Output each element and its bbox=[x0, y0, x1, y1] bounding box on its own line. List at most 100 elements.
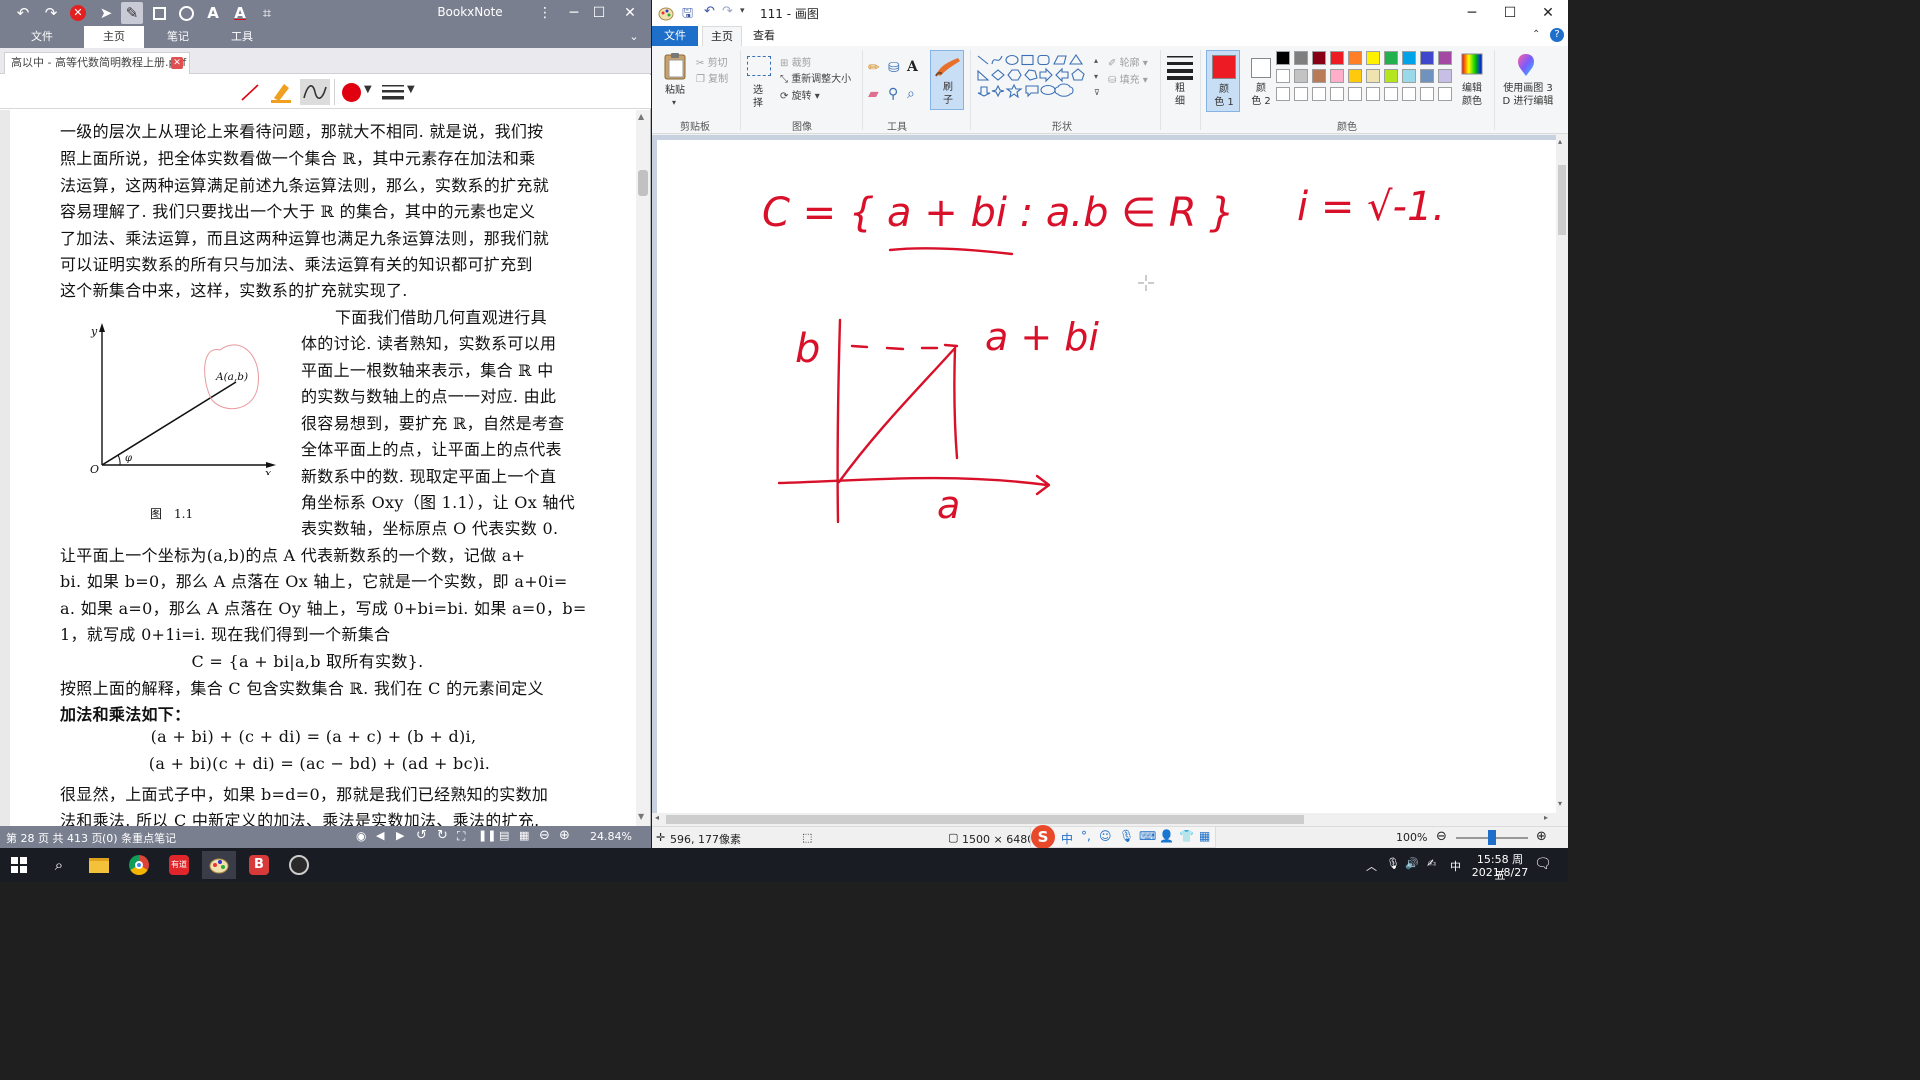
toolbox-icon[interactable]: ▦ bbox=[1199, 829, 1210, 843]
palette-swatch[interactable] bbox=[1294, 87, 1308, 101]
ellipse-icon[interactable] bbox=[175, 2, 197, 24]
voice-input-icon[interactable]: 🎙 bbox=[1119, 829, 1134, 843]
palette-swatch[interactable] bbox=[1402, 87, 1416, 101]
palette-swatch[interactable] bbox=[1384, 69, 1398, 83]
palette-swatch[interactable] bbox=[1276, 51, 1290, 65]
palette-swatch[interactable] bbox=[1348, 51, 1362, 65]
close-button[interactable]: ✕ bbox=[615, 0, 645, 26]
palette-swatch[interactable] bbox=[1276, 87, 1290, 101]
palette-swatch[interactable] bbox=[1312, 87, 1326, 101]
tab-home[interactable]: 主页 bbox=[702, 26, 742, 46]
help-icon[interactable]: ? bbox=[1550, 28, 1564, 42]
zoom-out-icon[interactable]: ⊖ bbox=[539, 828, 550, 843]
copy-button[interactable]: ❐ 复制 bbox=[696, 70, 728, 85]
outline-button[interactable]: ✐ 轮廓 ▾ bbox=[1108, 54, 1148, 69]
freehand-tool-icon[interactable] bbox=[300, 79, 330, 105]
color2-button[interactable]: 颜 色 2 bbox=[1244, 50, 1278, 112]
palette-swatch[interactable] bbox=[1294, 51, 1308, 65]
sogou-logo-icon[interactable]: S bbox=[1031, 825, 1055, 849]
size-icon[interactable] bbox=[1166, 54, 1194, 80]
record-icon[interactable]: ◉ bbox=[356, 829, 366, 843]
prev-page-icon[interactable]: ◀ bbox=[376, 829, 384, 842]
pen-color-swatch[interactable] bbox=[342, 83, 361, 102]
maximize-button[interactable]: ☐ bbox=[584, 0, 614, 26]
palette-swatch[interactable] bbox=[1330, 87, 1344, 101]
rectangle-icon[interactable] bbox=[148, 2, 170, 24]
edit-colors-icon[interactable] bbox=[1460, 52, 1484, 76]
scroll-down-icon[interactable]: ▼ bbox=[638, 812, 644, 821]
palette-swatch[interactable] bbox=[1276, 69, 1290, 83]
menu-tools[interactable]: 工具 bbox=[212, 26, 272, 48]
zoom-in-icon[interactable]: ⊕ bbox=[1536, 829, 1547, 844]
resize-button[interactable]: ⤡ 重新调整大小 bbox=[780, 70, 851, 85]
emoji-icon[interactable]: ☺ bbox=[1099, 829, 1112, 843]
notification-center-icon[interactable]: 🗨 bbox=[1534, 856, 1552, 872]
text-color-icon[interactable]: A bbox=[229, 2, 251, 24]
scrollbar-thumb[interactable] bbox=[638, 170, 648, 196]
clock-date[interactable]: 2021/8/27 bbox=[1470, 866, 1530, 879]
close-button[interactable]: ✕ bbox=[1528, 0, 1568, 26]
select-label[interactable]: 选 择 bbox=[746, 84, 770, 110]
paint3d-label[interactable]: 使用画图 3 D 进行编辑 bbox=[1498, 82, 1558, 108]
crop-button[interactable]: ⊞ 裁剪 bbox=[780, 54, 812, 69]
tab-view[interactable]: 查看 bbox=[744, 26, 784, 46]
color1-button[interactable]: 颜 色 1 bbox=[1206, 50, 1240, 112]
text-tool-icon[interactable]: A bbox=[202, 2, 224, 24]
chrome-icon[interactable] bbox=[122, 851, 156, 879]
palette-swatch[interactable] bbox=[1420, 87, 1434, 101]
fill-bucket-icon[interactable]: ⛁ bbox=[888, 60, 900, 76]
pen-tool-icon[interactable]: ✎ bbox=[121, 2, 143, 24]
palette-swatch[interactable] bbox=[1438, 69, 1452, 83]
palette-swatch[interactable] bbox=[1330, 69, 1344, 83]
shapes-scroll-up-icon[interactable]: ▴ bbox=[1094, 56, 1098, 65]
punctuation-icon[interactable]: °, bbox=[1081, 829, 1091, 843]
menu-notes[interactable]: 笔记 bbox=[148, 26, 208, 48]
highlighter-icon[interactable] bbox=[268, 80, 294, 104]
rotate-button[interactable]: ⟳ 旋转 ▾ bbox=[780, 87, 820, 102]
fill-button[interactable]: ⛁ 填充 ▾ bbox=[1108, 71, 1148, 86]
palette-swatch[interactable] bbox=[1402, 51, 1416, 65]
palette-swatch[interactable] bbox=[1420, 69, 1434, 83]
zoom-in-icon[interactable]: ⊕ bbox=[559, 828, 570, 843]
palette-swatch[interactable] bbox=[1312, 69, 1326, 83]
undo-icon[interactable]: ↶ bbox=[12, 2, 34, 24]
start-button[interactable] bbox=[2, 851, 36, 879]
file-explorer-icon[interactable] bbox=[82, 851, 116, 879]
insert-note-icon[interactable]: ⌗ bbox=[256, 2, 278, 24]
youdao-dict-icon[interactable]: 有道 bbox=[162, 851, 196, 879]
bookxnote-taskbar-icon[interactable]: B bbox=[242, 851, 276, 879]
redo-icon[interactable]: ↷ bbox=[722, 4, 733, 19]
continuous-page-icon[interactable]: ▦ bbox=[519, 829, 529, 842]
shapes-gallery[interactable] bbox=[976, 54, 1092, 102]
chevron-down-icon[interactable]: ▼ bbox=[407, 84, 415, 95]
cut-button[interactable]: ✂ 剪切 bbox=[696, 54, 728, 69]
palette-swatch[interactable] bbox=[1366, 69, 1380, 83]
pause-icon[interactable]: ❚❚ bbox=[478, 829, 496, 842]
redo-icon[interactable]: ↷ bbox=[40, 2, 62, 24]
next-page-icon[interactable]: ▶ bbox=[396, 829, 404, 842]
scroll-left-icon[interactable]: ◂ bbox=[655, 813, 659, 822]
text-tool-icon[interactable]: A bbox=[907, 59, 918, 75]
drawing-canvas[interactable]: C = { a + bi : a.b ∈ R } i = √-1. b a + … bbox=[657, 140, 1556, 813]
rotate-left-icon[interactable]: ↺ bbox=[416, 828, 427, 843]
palette-swatch[interactable] bbox=[1348, 87, 1362, 101]
ime-chinese-mode[interactable]: 中 bbox=[1061, 830, 1073, 847]
palette-swatch[interactable] bbox=[1384, 87, 1398, 101]
magnifier-icon[interactable]: ⌕ bbox=[907, 86, 915, 102]
obs-icon[interactable] bbox=[282, 851, 316, 879]
brush-button[interactable]: 刷 子 bbox=[930, 50, 964, 110]
pen-workspace-icon[interactable]: ✍ bbox=[1427, 857, 1436, 870]
menu-home[interactable]: 主页 bbox=[84, 26, 144, 48]
search-icon[interactable]: ⌕ bbox=[42, 851, 76, 879]
close-doc-icon[interactable]: ✕ bbox=[67, 2, 89, 24]
palette-swatch[interactable] bbox=[1384, 51, 1398, 65]
close-tab-icon[interactable]: ✕ bbox=[171, 57, 183, 69]
scrollbar-thumb[interactable] bbox=[666, 815, 1304, 824]
paste-icon[interactable] bbox=[662, 51, 688, 81]
scroll-up-icon[interactable]: ▴ bbox=[1558, 137, 1562, 146]
zoom-out-icon[interactable]: ⊖ bbox=[1436, 829, 1447, 844]
undo-icon[interactable]: ↶ bbox=[704, 4, 715, 19]
single-page-icon[interactable]: ▤ bbox=[499, 829, 509, 842]
palette-swatch[interactable] bbox=[1438, 51, 1452, 65]
quick-access-dropdown-icon[interactable]: ▾ bbox=[740, 6, 745, 16]
